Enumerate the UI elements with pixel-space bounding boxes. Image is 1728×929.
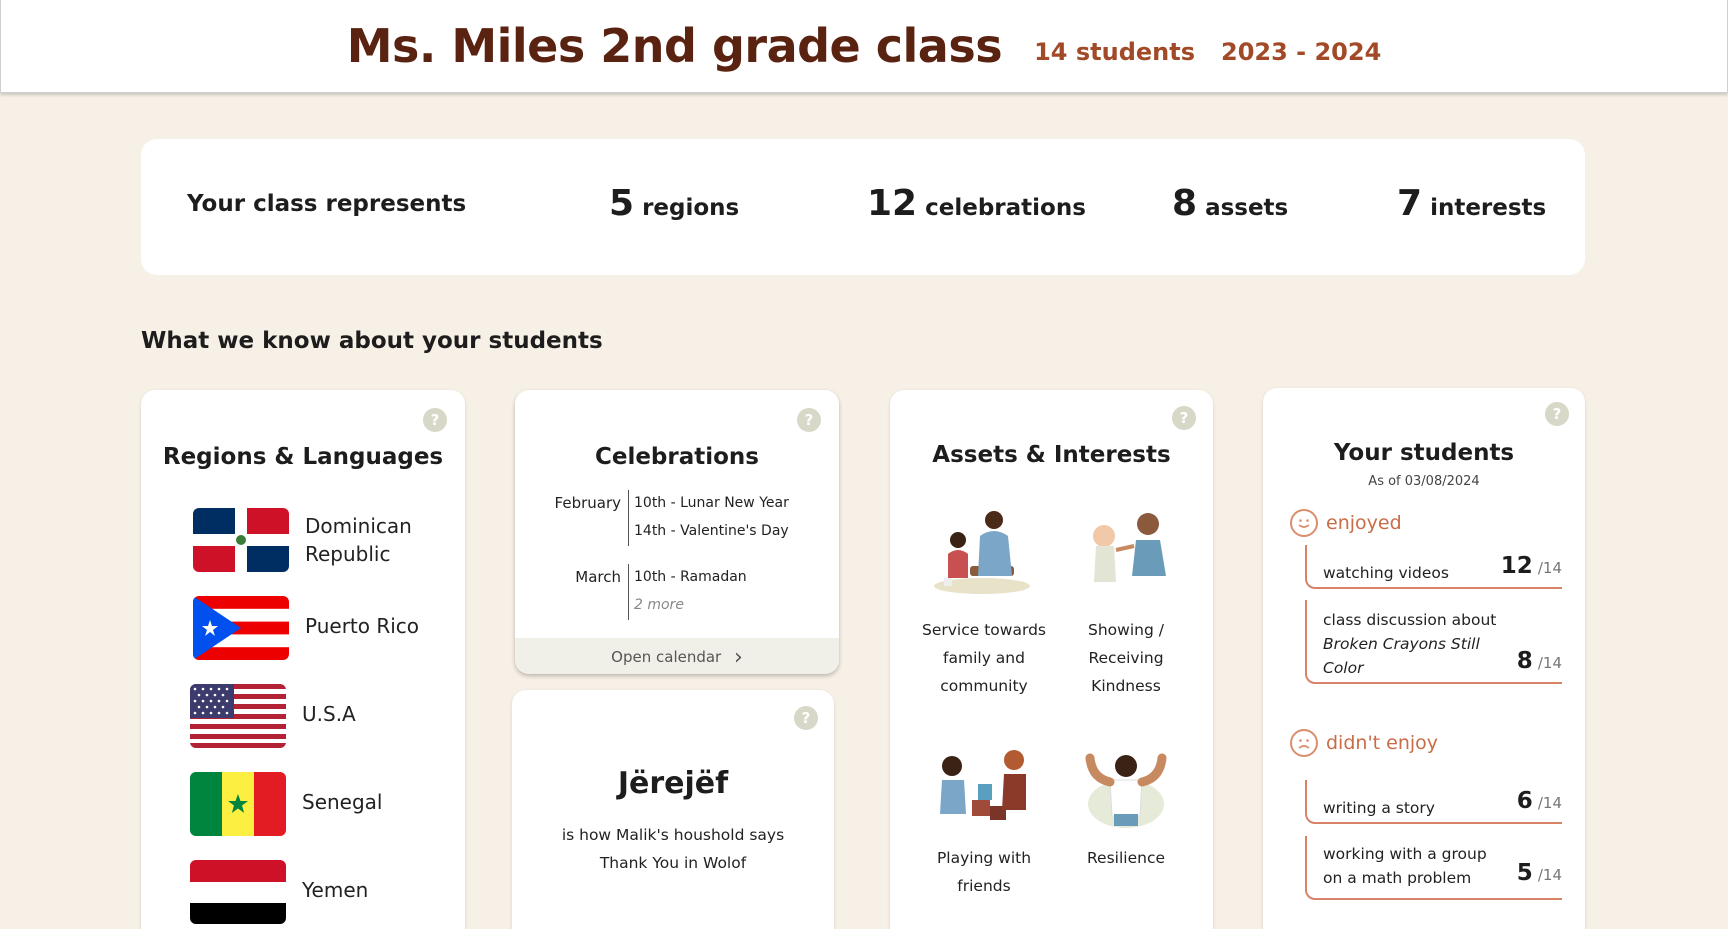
- more-events-link[interactable]: 2 more: [634, 597, 684, 613]
- stat-interests: 7 interests: [1397, 183, 1546, 224]
- activity-count: 12 /14: [1500, 553, 1562, 579]
- asset-label: Service towards family and community: [922, 621, 1046, 695]
- stat-regions: 5 regions: [609, 183, 739, 224]
- as-of-date: As of 03/08/2024: [1368, 474, 1480, 489]
- top-header: Ms. Miles 2nd grade class 14 students 20…: [0, 0, 1728, 93]
- activity-count: 6 /14: [1516, 788, 1562, 814]
- page-title: Ms. Miles 2nd grade class: [346, 19, 1003, 73]
- resilience-illustration: [1076, 744, 1176, 834]
- asset-label: Playing with friends: [936, 849, 1032, 895]
- help-icon[interactable]: ?: [794, 706, 818, 730]
- region-name: Puerto Rico: [305, 614, 420, 638]
- enjoyed-heading: enjoyed: [1290, 509, 1402, 537]
- usa-flag: [190, 684, 286, 748]
- stat-number: 8: [1172, 183, 1198, 224]
- stat-label: regions: [642, 195, 740, 221]
- puerto-rico-flag: [193, 596, 289, 660]
- enjoyed-label: enjoyed: [1326, 512, 1402, 534]
- activity-text: writing a story: [1323, 799, 1435, 817]
- playing-illustration: [932, 744, 1032, 834]
- help-icon[interactable]: ?: [423, 408, 447, 432]
- calendar-month: February: [554, 494, 621, 512]
- help-icon[interactable]: ?: [1172, 406, 1196, 430]
- wolof-word: Jërejëf: [617, 766, 729, 801]
- calendar-event[interactable]: 10th - Ramadan: [634, 569, 747, 585]
- school-year: 2023 - 2024: [1221, 38, 1382, 66]
- calendar-event[interactable]: 10th - Lunar New Year: [634, 495, 789, 511]
- asset-label: Showing / Receiving Kindness: [1088, 621, 1164, 695]
- enjoyed-item: watching videos 12 /14: [1305, 545, 1562, 589]
- service-illustration: [932, 506, 1032, 596]
- frown-icon: [1290, 729, 1318, 757]
- calendar-divider: [628, 490, 629, 546]
- activity-count: 5 /14: [1516, 860, 1562, 886]
- activity-text: watching videos: [1323, 564, 1449, 582]
- didnt-enjoy-item: working with a group on a math problem 5…: [1305, 836, 1562, 900]
- didnt-enjoy-heading: didn't enjoy: [1290, 729, 1438, 757]
- region-name: Senegal: [302, 790, 383, 814]
- assets-interests-card: ? Assets & Interests Service towards fam…: [890, 390, 1213, 929]
- class-summary-card: Your class represents 5 regions 12 celeb…: [141, 139, 1585, 275]
- stat-label: interests: [1430, 195, 1547, 221]
- stat-celebrations: 12 celebrations: [867, 183, 1086, 224]
- help-icon[interactable]: ?: [797, 408, 821, 432]
- summary-lead: Your class represents: [187, 191, 467, 217]
- open-calendar-button[interactable]: Open calendar ›: [515, 638, 839, 674]
- wolof-description-line1: is how Malik's houshold says: [561, 826, 785, 844]
- help-icon[interactable]: ?: [1545, 402, 1569, 426]
- stat-number: 12: [867, 183, 918, 224]
- card-title: Assets & Interests: [932, 442, 1171, 468]
- smile-icon: [1290, 509, 1318, 537]
- stat-label: assets: [1205, 195, 1289, 221]
- kindness-illustration: [1076, 506, 1176, 596]
- wolof-description-line2: Thank You in Wolof: [599, 854, 747, 872]
- calendar-divider: [628, 564, 629, 620]
- student-count: 14 students: [1034, 38, 1196, 66]
- stat-number: 7: [1397, 183, 1423, 224]
- chevron-right-icon: ›: [734, 645, 743, 670]
- activity-text: working with a group on a math problem: [1323, 845, 1487, 887]
- senegal-flag: [190, 772, 286, 836]
- calendar-month: March: [575, 568, 621, 586]
- stat-number: 5: [609, 183, 635, 224]
- region-name: Yemen: [302, 878, 369, 902]
- card-title: Your students: [1333, 440, 1515, 466]
- region-name: U.S.A: [302, 702, 356, 726]
- regions-languages-card: ? Regions & Languages Dominican Republic…: [141, 390, 465, 929]
- celebrations-card: ? Celebrations February 10th - Lunar New…: [515, 390, 839, 674]
- enjoyed-item: class discussion about Broken Crayons St…: [1305, 600, 1562, 684]
- didnt-enjoy-item: writing a story 6 /14: [1305, 780, 1562, 824]
- asset-label: Resilience: [1086, 849, 1166, 867]
- card-title: Celebrations: [594, 444, 760, 470]
- activity-text: class discussion about Broken Crayons St…: [1323, 611, 1497, 677]
- section-title: What we know about your students: [141, 328, 603, 354]
- card-title: Regions & Languages: [162, 444, 444, 470]
- region-name: Dominican Republic: [305, 514, 412, 566]
- didnt-enjoy-label: didn't enjoy: [1326, 732, 1439, 754]
- calendar-event[interactable]: 14th - Valentine's Day: [634, 523, 789, 539]
- yemen-flag: [190, 860, 286, 924]
- activity-count: 8 /14: [1516, 648, 1562, 674]
- dominican-republic-flag: [193, 508, 289, 572]
- stat-assets: 8 assets: [1172, 183, 1288, 224]
- wolof-word-card: ? Jërejëf is how Malik's houshold says T…: [512, 690, 834, 929]
- open-calendar-label: Open calendar: [611, 648, 722, 666]
- stat-label: celebrations: [925, 195, 1086, 221]
